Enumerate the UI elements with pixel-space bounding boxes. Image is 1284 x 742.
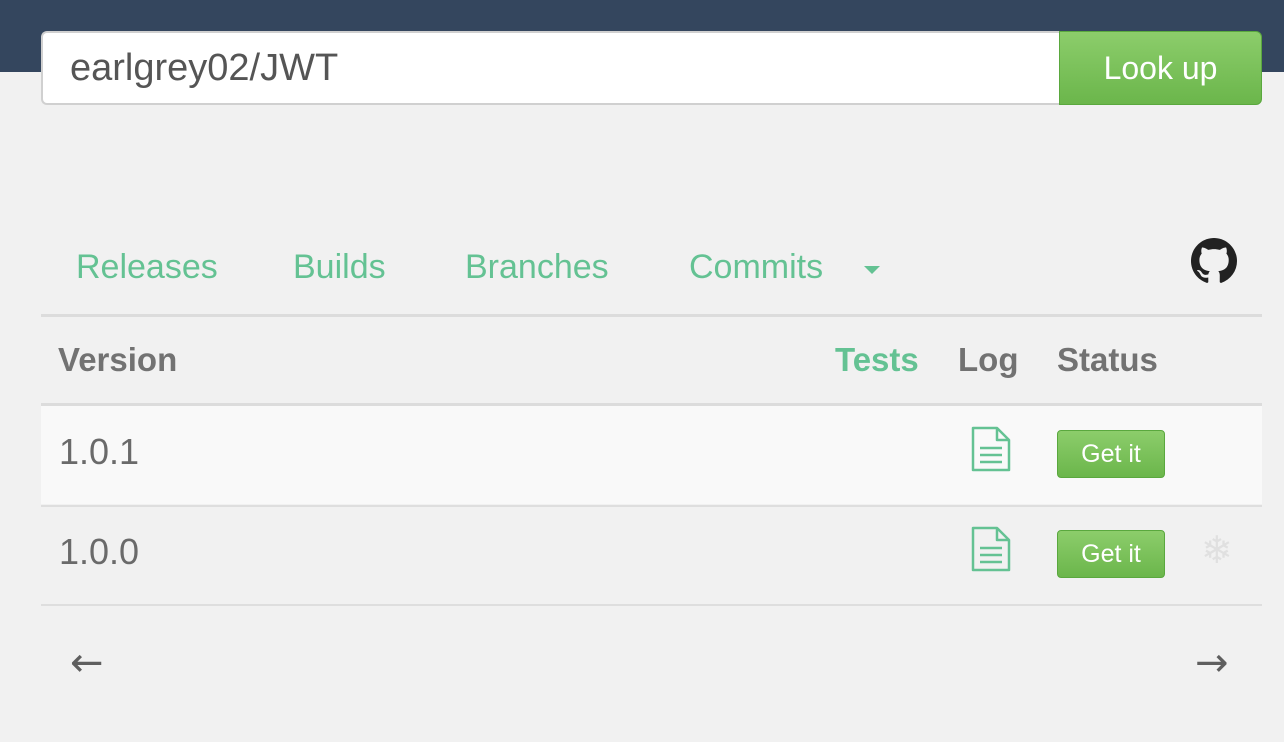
repo-search-input[interactable] [41, 31, 1059, 105]
version-label: 1.0.1 [59, 431, 140, 472]
get-it-button[interactable]: Get it [1057, 530, 1165, 578]
log-file-icon[interactable] [970, 526, 1012, 572]
get-it-button[interactable]: Get it [1057, 430, 1165, 478]
caret-down-icon[interactable] [864, 266, 880, 274]
table-row: 1.0.0 Get it ❄ [41, 506, 1262, 604]
log-file-icon[interactable] [970, 426, 1012, 472]
tabs-divider [41, 314, 1262, 317]
prev-page-arrow[interactable]: ← [70, 640, 104, 686]
header-version: Version [58, 341, 178, 378]
tab-releases[interactable]: Releases [76, 248, 218, 287]
table-row: 1.0.1 Get it [41, 406, 1262, 504]
version-label: 1.0.0 [59, 531, 140, 572]
header-log: Log [958, 341, 1019, 378]
tab-branches[interactable]: Branches [465, 248, 609, 287]
nav-tabs: Releases Builds Branches Commits [41, 238, 1262, 314]
snowflake-icon: ❄ [1201, 528, 1233, 572]
look-up-button[interactable]: Look up [1059, 31, 1262, 105]
tab-commits[interactable]: Commits [689, 248, 823, 287]
search-bar: Look up [41, 31, 1262, 105]
next-page-arrow[interactable]: → [1195, 640, 1229, 686]
table-bottom-divider [41, 604, 1262, 606]
header-status: Status [1057, 341, 1158, 378]
tab-builds[interactable]: Builds [293, 248, 386, 287]
github-icon[interactable] [1191, 238, 1237, 284]
header-tests[interactable]: Tests [835, 341, 919, 379]
